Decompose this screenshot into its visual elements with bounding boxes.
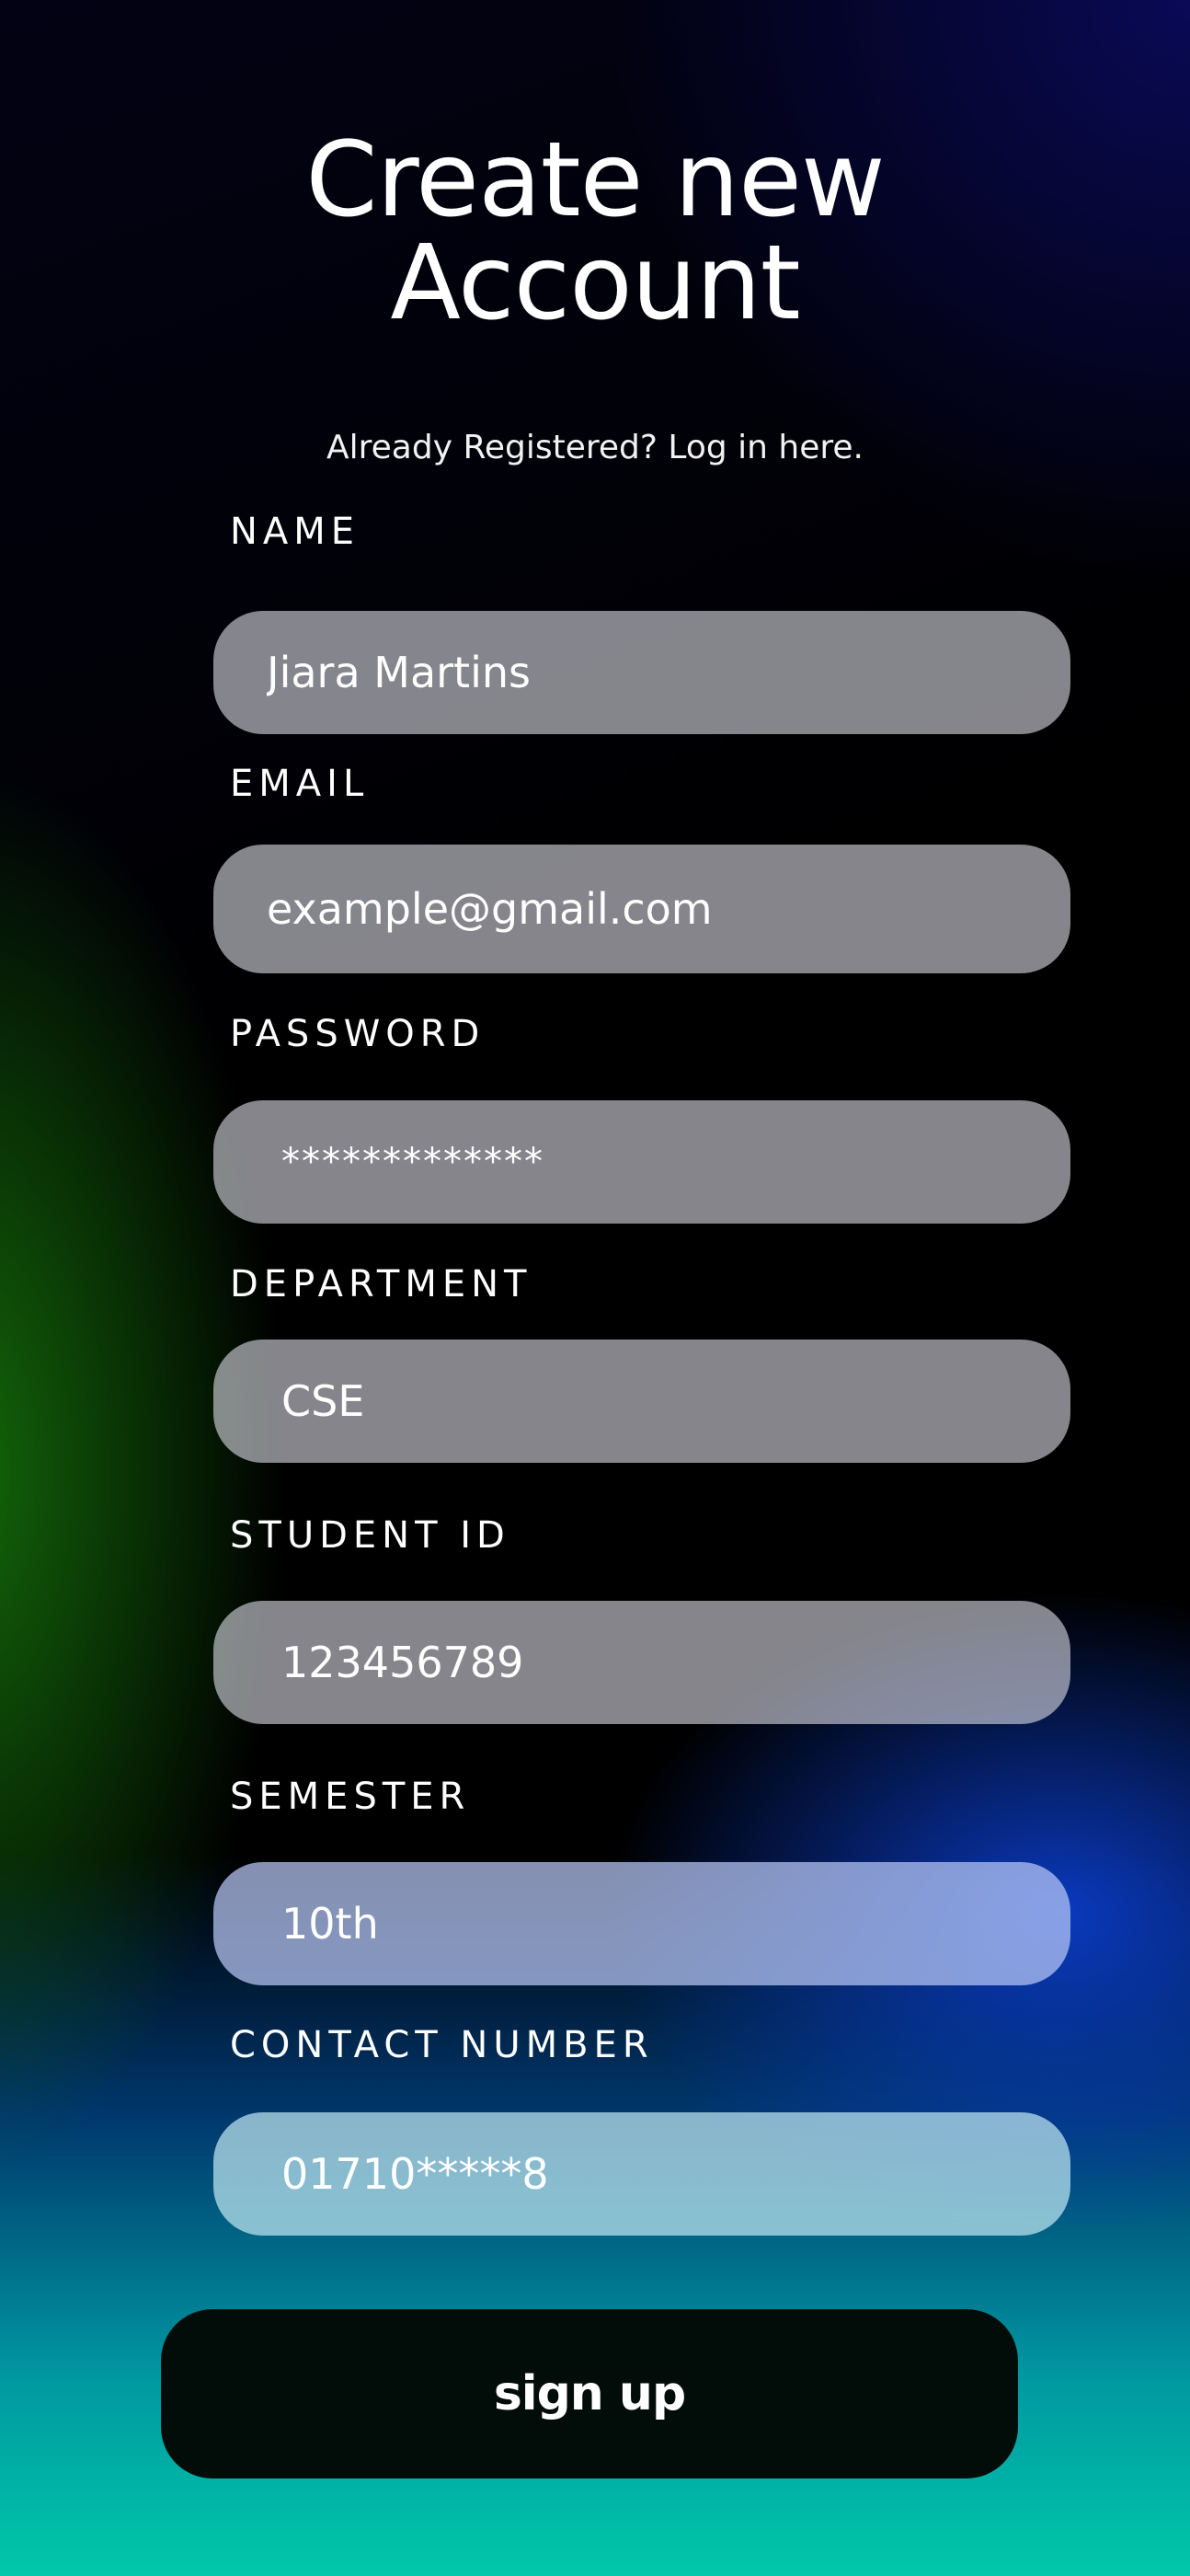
signup-button[interactable]: sign up: [161, 2309, 1018, 2478]
password-field-container: [213, 1100, 1070, 1224]
password-input[interactable]: [213, 1100, 1070, 1224]
semester-input[interactable]: [213, 1862, 1070, 1985]
semester-field-container: [213, 1862, 1070, 1985]
contact-number-label: CONTACT NUMBER: [230, 2024, 654, 2066]
department-field-container: [213, 1340, 1070, 1463]
name-input[interactable]: [213, 611, 1070, 734]
name-label: NAME: [230, 511, 360, 553]
student-id-field-container: [213, 1601, 1070, 1724]
page-title-line-2: Account: [390, 224, 800, 343]
semester-label: SEMESTER: [230, 1776, 471, 1818]
page-title: Create new Account: [0, 129, 1190, 335]
name-field-container: [213, 611, 1070, 734]
contact-number-input[interactable]: [213, 2112, 1070, 2236]
email-field-container: [213, 845, 1070, 973]
email-input[interactable]: [213, 845, 1070, 973]
page-title-line-1: Create new: [305, 121, 885, 240]
login-link[interactable]: Already Registered? Log in here.: [0, 429, 1190, 466]
department-input[interactable]: [213, 1340, 1070, 1463]
department-label: DEPARTMENT: [230, 1263, 532, 1305]
contact-number-field-container: [213, 2112, 1070, 2236]
student-id-label: STUDENT ID: [230, 1514, 510, 1557]
email-label: EMAIL: [230, 763, 370, 805]
password-label: PASSWORD: [230, 1013, 486, 1055]
student-id-input[interactable]: [213, 1601, 1070, 1724]
